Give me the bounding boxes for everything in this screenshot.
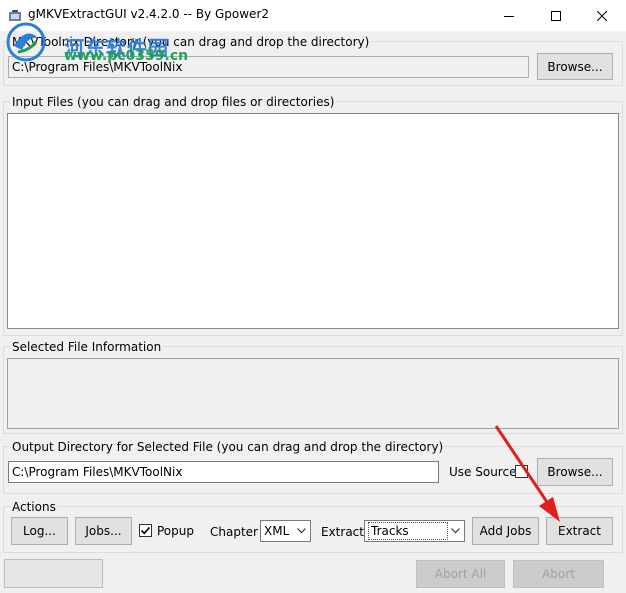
watermark-logo: [4, 20, 48, 64]
annotation-arrow-icon: [494, 425, 560, 522]
watermark-url: www.pc0359.cn: [64, 48, 189, 64]
